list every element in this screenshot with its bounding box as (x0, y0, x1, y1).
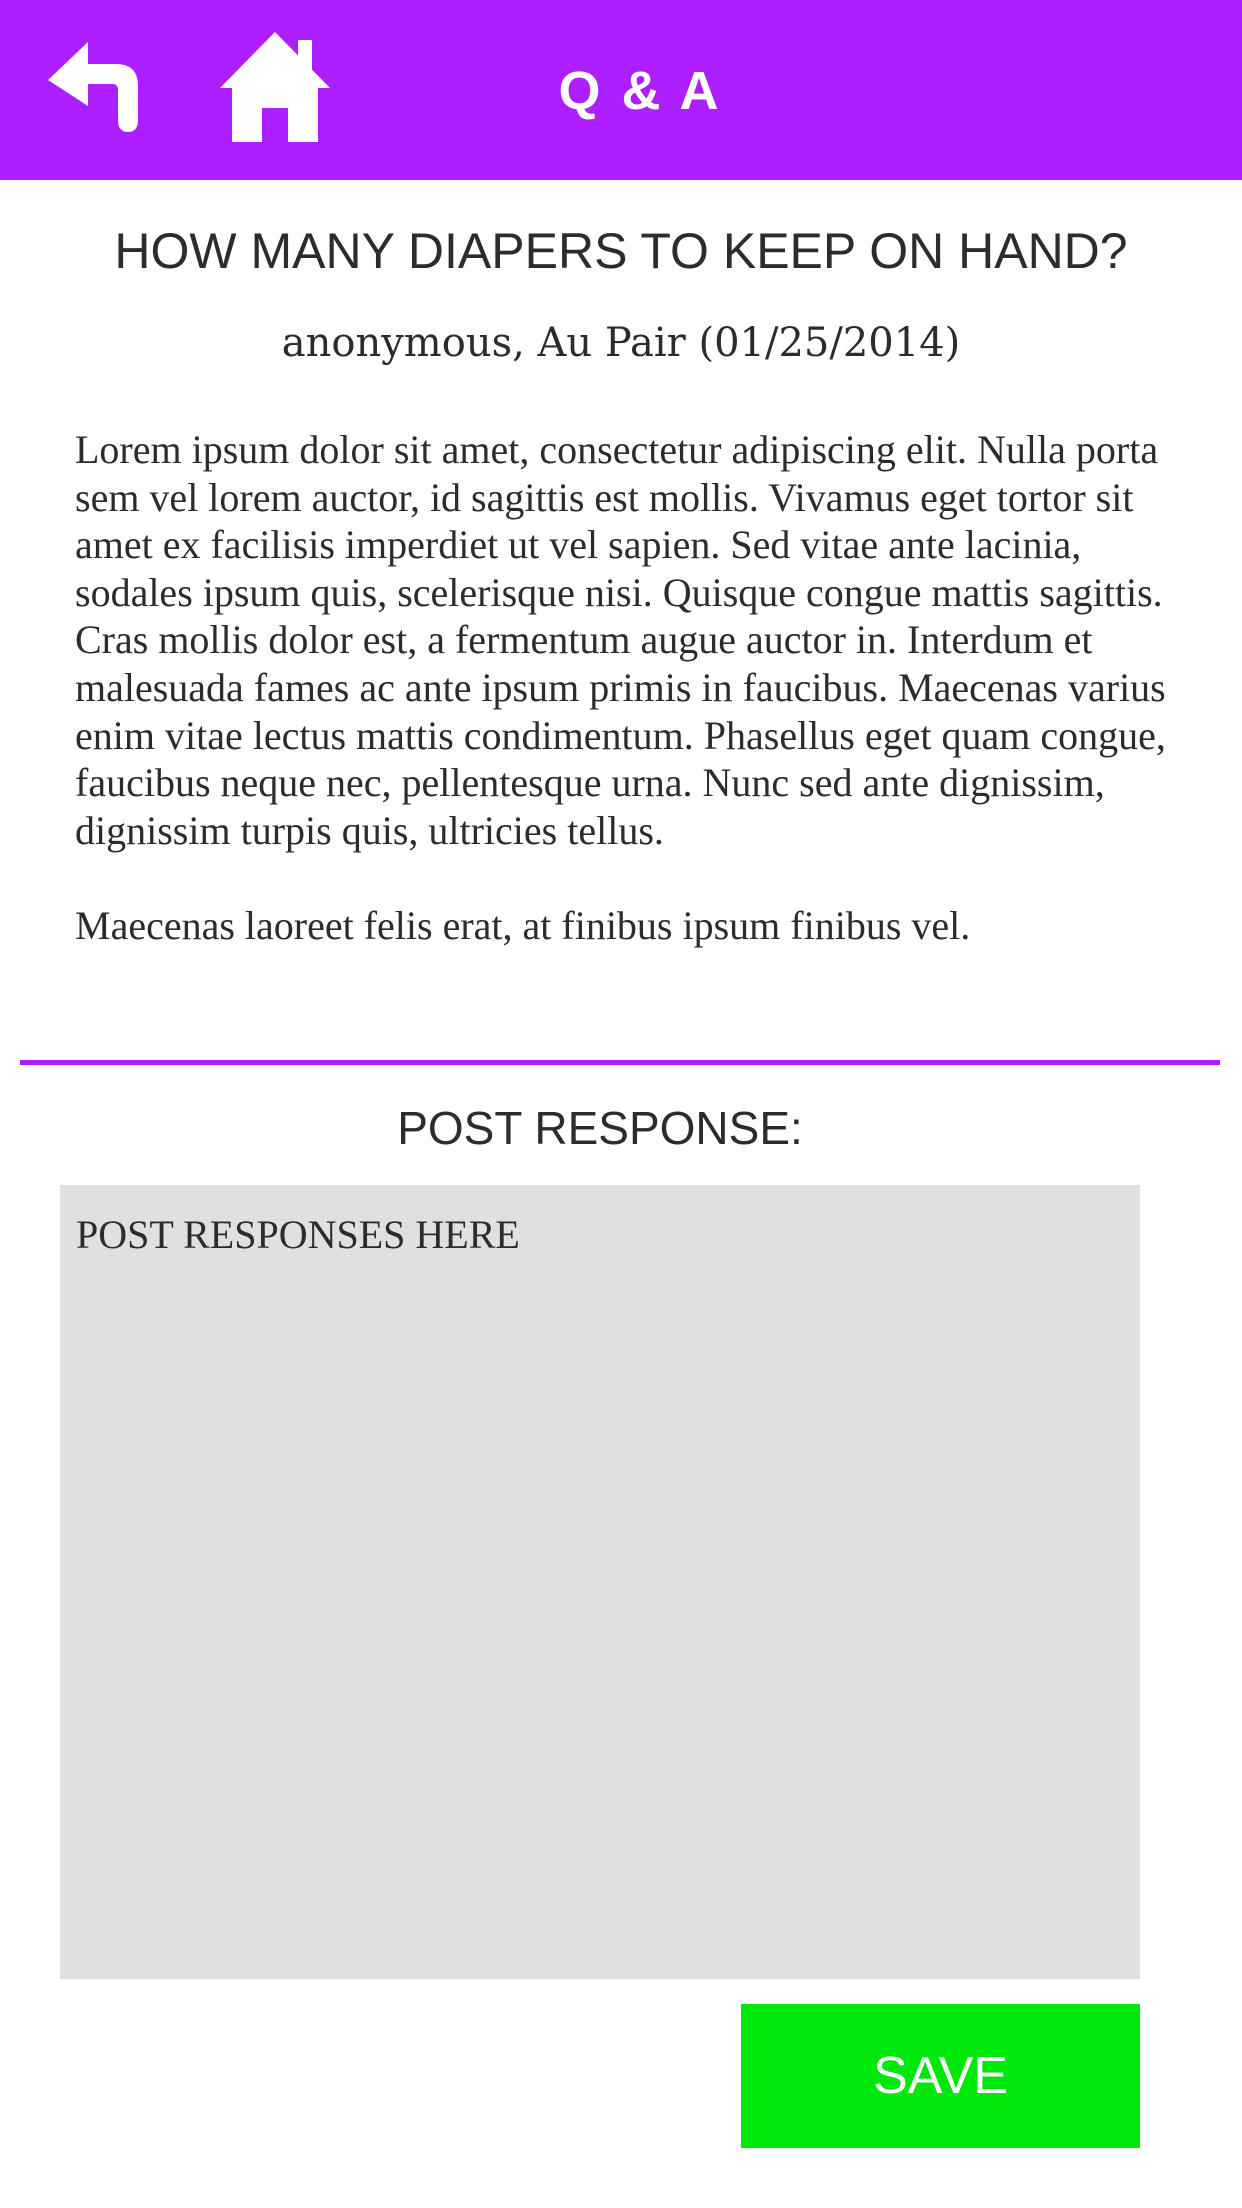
question-title: HOW MANY DIAPERS TO KEEP ON HAND? (114, 223, 1128, 279)
home-button[interactable] (210, 28, 340, 148)
top-bar: Q & A (0, 0, 1242, 180)
section-divider (20, 1060, 1220, 1065)
question-paragraph: Lorem ipsum dolor sit amet, consectetur … (75, 427, 1166, 853)
back-arrow-icon (48, 42, 138, 132)
question-byline: anonymous, Au Pair (01/25/2014) (281, 320, 961, 366)
save-button[interactable]: SAVE (741, 2004, 1140, 2148)
question-paragraph: Maecenas laoreet felis erat, at finibus … (75, 902, 971, 948)
home-icon (220, 32, 330, 142)
response-textarea[interactable] (60, 1185, 1140, 1979)
post-response-heading: POST RESPONSE: (397, 1102, 803, 1154)
page-title: Q & A (558, 61, 722, 121)
question-body[interactable]: Lorem ipsum dolor sit amet, consectetur … (75, 426, 1185, 1038)
back-button[interactable] (40, 38, 160, 148)
qa-screen: Q & A HOW MANY DIAPERS TO KEEP ON HAND? … (0, 0, 1242, 2208)
